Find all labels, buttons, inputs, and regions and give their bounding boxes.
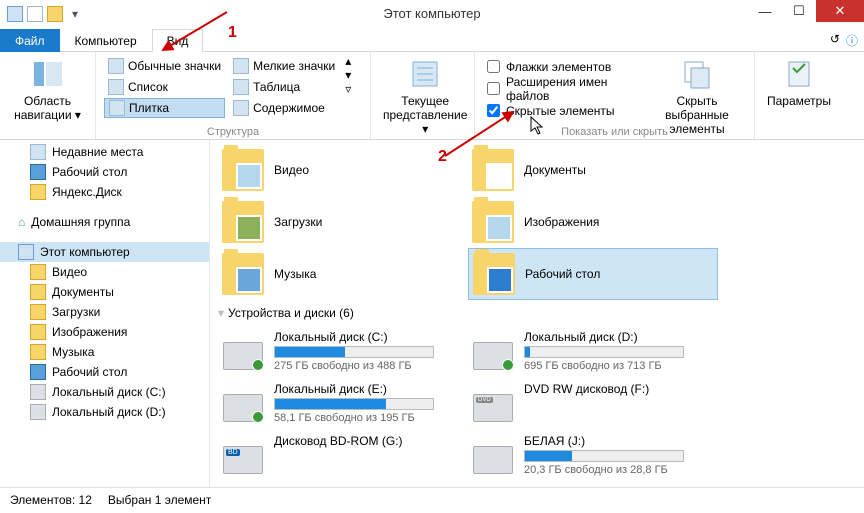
- folder-music[interactable]: Музыка: [218, 248, 468, 300]
- layout-scroll-down[interactable]: ▾: [345, 68, 351, 82]
- options-button[interactable]: Параметры: [761, 54, 837, 112]
- close-button[interactable]: ✕: [816, 0, 864, 22]
- annotation-1: 1: [228, 24, 237, 42]
- hide-selected-icon: [681, 58, 713, 90]
- current-view-label: Текущее представление ▾: [383, 94, 467, 136]
- options-label: Параметры: [767, 94, 831, 108]
- nav-region-button[interactable]: Область навигации ▾: [6, 54, 89, 126]
- tab-file[interactable]: Файл: [0, 29, 60, 52]
- group-navigation: Область навигации ▾: [0, 52, 96, 139]
- status-bar: Элементов: 12 Выбран 1 элемент: [0, 487, 864, 511]
- drive-f[interactable]: DVD RW дисковод (F:): [468, 376, 718, 428]
- options-icon: [783, 58, 815, 90]
- nav-homegroup: ⌂Домашняя группа: [0, 212, 209, 232]
- layout-tiles[interactable]: Плитка: [104, 98, 225, 118]
- qat-new-icon[interactable]: [46, 5, 64, 23]
- nav-downloads: Загрузки: [0, 302, 209, 322]
- group-layout-label: Структура: [96, 126, 370, 138]
- nav-yandex: Яндекс.Диск: [0, 182, 209, 202]
- drive-d[interactable]: Локальный диск (D:)695 ГБ свободно из 71…: [468, 324, 718, 376]
- folder-pictures[interactable]: Изображения: [468, 196, 718, 248]
- ribbon-help-icon[interactable]: ⓘ: [846, 32, 858, 49]
- group-show-hide: Флажки элементов Расширения имен файлов …: [475, 52, 755, 139]
- drive-g[interactable]: Дисковод BD-ROM (G:): [218, 428, 468, 480]
- maximize-button[interactable]: ☐: [782, 0, 816, 22]
- folder-desktop[interactable]: Рабочий стол: [468, 248, 718, 300]
- cb-file-ext[interactable]: Расширения имен файлов: [483, 78, 644, 99]
- nav-tree[interactable]: Недавние места Рабочий стол Яндекс.Диск …: [0, 140, 210, 487]
- nav-d: Локальный диск (D:): [0, 402, 209, 422]
- titlebar: ▾ Этот компьютер — ☐ ✕: [0, 0, 864, 28]
- folder-video[interactable]: Видео: [218, 144, 468, 196]
- nav-video: Видео: [0, 262, 209, 282]
- layout-scroll-up[interactable]: ▴: [345, 54, 351, 68]
- group-options: Параметры: [755, 52, 845, 139]
- layout-content[interactable]: Содержимое: [229, 98, 339, 118]
- ribbon-help: ↺ ⓘ: [830, 32, 858, 49]
- drives-header[interactable]: ▾Устройства и диски (6): [218, 306, 856, 320]
- qat-dropdown-icon[interactable]: ▾: [66, 5, 84, 23]
- nav-region-label: Область навигации ▾: [12, 94, 83, 122]
- current-view-icon: [409, 58, 441, 90]
- tab-computer[interactable]: Компьютер: [60, 29, 152, 52]
- layout-extra-large[interactable]: Обычные значки: [104, 56, 225, 76]
- window-controls: — ☐ ✕: [748, 0, 864, 22]
- minimize-button[interactable]: —: [748, 0, 782, 22]
- group-layout: Обычные значки Список Плитка Мелкие знач…: [96, 52, 371, 139]
- layout-expand[interactable]: ▿: [345, 82, 351, 96]
- ribbon: Область навигации ▾ Обычные значки Списо…: [0, 52, 864, 140]
- layout-list[interactable]: Список: [104, 77, 225, 97]
- ribbon-tabs: Файл Компьютер Вид 1 ↺ ⓘ: [0, 28, 864, 52]
- nav-desk2: Рабочий стол: [0, 362, 209, 382]
- nav-thispc: Этот компьютер: [0, 242, 209, 262]
- status-selection: Выбран 1 элемент: [108, 493, 211, 507]
- folder-downloads[interactable]: Загрузки: [218, 196, 468, 248]
- layout-small[interactable]: Мелкие значки: [229, 56, 339, 76]
- window-title: Этот компьютер: [383, 6, 480, 21]
- cursor-icon: [530, 116, 546, 141]
- nav-pictures: Изображения: [0, 322, 209, 342]
- nav-music: Музыка: [0, 342, 209, 362]
- current-view-button[interactable]: Текущее представление ▾: [377, 54, 473, 140]
- annotation-2: 2: [438, 148, 447, 166]
- nav-recent: Недавние места: [0, 142, 209, 162]
- folders-grid: Видео Загрузки Музыка Документы Изображе…: [218, 144, 856, 300]
- drive-j[interactable]: БЕЛАЯ (J:)20,3 ГБ свободно из 28,8 ГБ: [468, 428, 718, 480]
- qat-prop-icon[interactable]: [26, 5, 44, 23]
- group-show-hide-label: Показать или скрыть: [475, 126, 754, 138]
- qat-icon[interactable]: [6, 5, 24, 23]
- nav-c: Локальный диск (C:): [0, 382, 209, 402]
- status-count: Элементов: 12: [10, 493, 92, 507]
- nav-region-icon: [32, 58, 64, 90]
- quick-access-toolbar: ▾: [0, 5, 84, 23]
- cb-hidden-items[interactable]: Скрытые элементы: [483, 100, 644, 121]
- tab-view[interactable]: Вид: [152, 29, 204, 52]
- folder-docs[interactable]: Документы: [468, 144, 718, 196]
- content-pane[interactable]: Видео Загрузки Музыка Документы Изображе…: [210, 140, 864, 487]
- nav-desktop: Рабочий стол: [0, 162, 209, 182]
- layout-table[interactable]: Таблица: [229, 77, 339, 97]
- drive-c[interactable]: Локальный диск (C:)275 ГБ свободно из 48…: [218, 324, 468, 376]
- ribbon-sync-icon[interactable]: ↺: [830, 32, 840, 49]
- drives-grid: Локальный диск (C:)275 ГБ свободно из 48…: [218, 324, 856, 480]
- group-current-view: Текущее представление ▾: [371, 52, 475, 139]
- main-area: Недавние места Рабочий стол Яндекс.Диск …: [0, 140, 864, 487]
- nav-docs: Документы: [0, 282, 209, 302]
- drive-e[interactable]: Локальный диск (E:)58,1 ГБ свободно из 1…: [218, 376, 468, 428]
